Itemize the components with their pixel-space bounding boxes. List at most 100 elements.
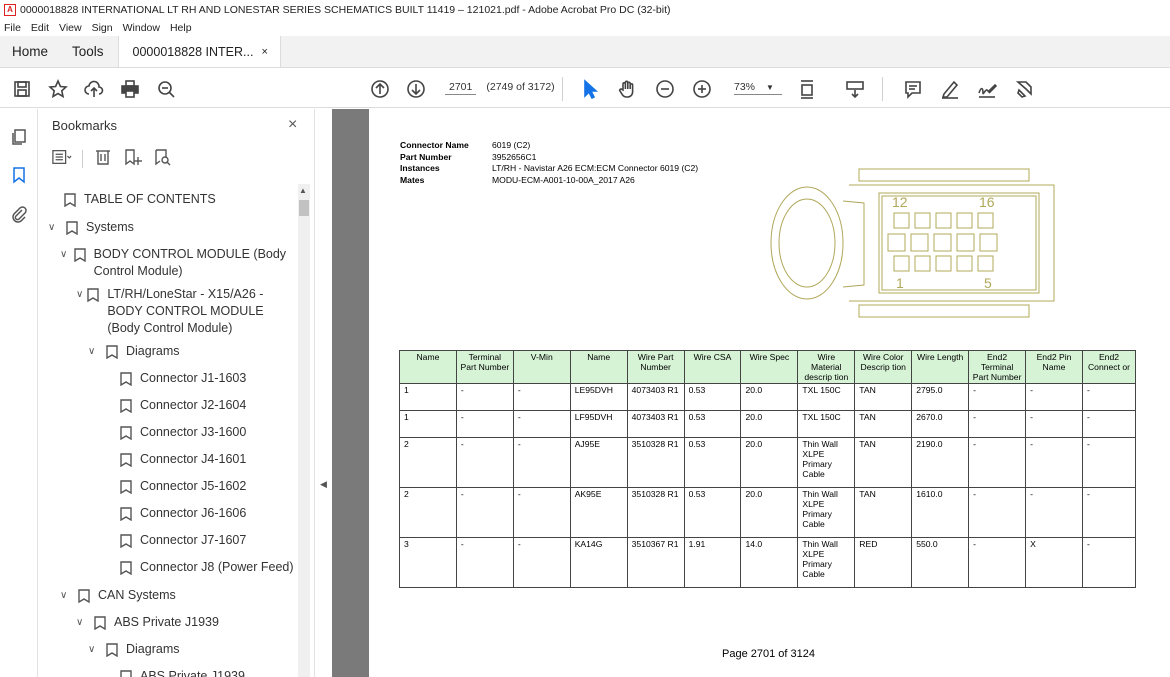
bookmark-item[interactable]: Connector J3-1600 <box>120 424 246 441</box>
chevron-down-icon[interactable]: ∨ <box>76 614 90 631</box>
bookmark-item[interactable]: Connector J1-1603 <box>120 370 246 387</box>
cavity <box>893 212 910 229</box>
zoom-out-icon[interactable] <box>655 78 675 100</box>
table-cell: TAN <box>854 410 913 438</box>
options-menu-icon[interactable] <box>52 148 72 171</box>
bookmark-icon <box>120 399 132 414</box>
highlight-pen-icon[interactable] <box>940 78 960 100</box>
bookmark-item[interactable]: Connector J6-1606 <box>120 505 246 522</box>
save-icon[interactable] <box>12 78 32 100</box>
chevron-down-icon: ▼ <box>765 83 774 92</box>
bookmark-icon <box>120 426 132 441</box>
column-header: Wire Part Number <box>626 350 685 384</box>
previous-page-icon[interactable] <box>370 78 390 100</box>
select-cursor-icon[interactable] <box>580 78 600 100</box>
bookmark-item[interactable]: ∨ Diagrams <box>88 343 180 360</box>
bookmark-item[interactable]: ∨ Diagrams <box>88 641 180 658</box>
close-panel-button[interactable]: × <box>288 116 297 134</box>
zoom-search-icon[interactable] <box>156 78 176 100</box>
new-bookmark-icon[interactable] <box>123 148 143 171</box>
bookmark-icon <box>106 643 118 658</box>
bookmark-item[interactable]: Connector J5-1602 <box>120 478 246 495</box>
page-number-input[interactable]: 2701 <box>445 81 477 95</box>
page-fit-icon[interactable] <box>798 78 818 100</box>
upload-cloud-icon[interactable] <box>84 78 104 100</box>
comment-icon[interactable] <box>903 78 923 100</box>
menu-window[interactable]: Window <box>123 22 160 34</box>
bookmark-item[interactable]: Connector J8 (Power Feed) <box>120 559 294 576</box>
delete-bookmark-icon[interactable] <box>93 148 113 171</box>
connector-info-row: Part Number 3952656C1 <box>400 152 698 164</box>
next-page-icon[interactable] <box>406 78 426 100</box>
info-value: 3952656C1 <box>492 151 537 162</box>
table-row: 1 - - LE95DVH 4073403 R1 0.53 20.0 TXL 1… <box>399 383 1137 411</box>
table-header-row: Name Terminal Part Number V-Min Name Wir… <box>399 350 1137 384</box>
find-bookmark-icon[interactable] <box>153 148 173 171</box>
tab-document[interactable]: 0000018828 INTER... × <box>117 36 281 67</box>
zoom-level-select[interactable]: 73% ▼ <box>734 81 782 95</box>
bookmark-item[interactable]: Connector J2-1604 <box>120 397 246 414</box>
attachments-icon[interactable] <box>10 205 28 223</box>
table-row: 2 - - AJ95E 3510328 R1 0.53 20.0 Thin Wa… <box>399 437 1137 488</box>
sign-icon[interactable] <box>977 78 997 100</box>
menu-help[interactable]: Help <box>170 22 192 34</box>
tab-close-button[interactable]: × <box>261 46 267 58</box>
scroll-mode-icon[interactable] <box>845 78 865 100</box>
print-icon[interactable] <box>120 78 140 100</box>
cavity <box>956 233 975 252</box>
tab-home[interactable]: Home <box>0 36 60 67</box>
bookmark-item[interactable]: ABS Private J1939 <box>120 668 245 677</box>
chevron-down-icon[interactable]: ∨ <box>88 641 102 658</box>
chevron-down-icon[interactable]: ∨ <box>48 219 62 236</box>
chevron-down-icon[interactable]: ∨ <box>60 587 74 604</box>
menu-file[interactable]: File <box>4 22 21 34</box>
bookmark-item[interactable]: ∨ CAN Systems <box>60 587 176 604</box>
bookmarks-icon[interactable] <box>10 166 28 184</box>
menu-view[interactable]: View <box>59 22 82 34</box>
bookmark-item[interactable]: Connector J4-1601 <box>120 451 246 468</box>
page-thumbnails-icon[interactable] <box>10 128 28 146</box>
menu-edit[interactable]: Edit <box>31 22 49 34</box>
bookmark-label: Diagrams <box>126 344 180 358</box>
bookmark-item[interactable]: ∨ ABS Private J1939 <box>76 614 219 631</box>
table-cell: 20.0 <box>740 437 799 488</box>
bookmark-label: Connector J8 (Power Feed) <box>140 560 294 574</box>
info-value: LT/RH - Navistar A26 ECM:ECM Connector 6… <box>492 163 699 173</box>
info-value: MODU-ECM-A001-10-00A_2017 A26 <box>492 174 635 185</box>
bookmark-star-icon[interactable] <box>48 78 68 100</box>
table-row: 2 - - AK95E 3510328 R1 0.53 20.0 Thin Wa… <box>399 487 1137 538</box>
scrollbar-thumb[interactable] <box>299 200 309 216</box>
bookmark-item[interactable]: Connector J7-1607 <box>120 532 246 549</box>
chevron-down-icon[interactable]: ∨ <box>88 343 102 360</box>
bookmark-item[interactable]: ∨ LT/RH/LoneStar - X15/A26 - BODY CONTRO… <box>76 286 298 337</box>
table-cell: - <box>968 537 1027 588</box>
chevron-down-icon[interactable]: ∨ <box>76 286 83 303</box>
bookmark-item[interactable]: TABLE OF CONTENTS <box>64 191 216 208</box>
cavity-label-12: 12 <box>892 194 908 210</box>
table-cell: - <box>1025 410 1083 438</box>
table-cell: - <box>1081 537 1137 588</box>
chevron-down-icon[interactable]: ∨ <box>60 246 70 263</box>
bookmark-icon <box>66 221 78 236</box>
table-cell: - <box>1081 487 1137 538</box>
bookmark-label: ABS Private J1939 <box>114 615 219 629</box>
bookmark-item[interactable]: ∨ BODY CONTROL MODULE (Body Control Modu… <box>60 246 290 280</box>
table-cell: LF95DVH <box>569 410 628 438</box>
menu-sign[interactable]: Sign <box>92 22 113 34</box>
panel-splitter[interactable]: ◀ <box>314 109 332 677</box>
bookmark-item[interactable]: ∨ Systems <box>48 219 134 236</box>
tab-tools[interactable]: Tools <box>60 36 116 67</box>
bookmarks-toolbar <box>52 147 173 171</box>
zoom-in-icon[interactable] <box>692 78 712 100</box>
bookmarks-scrollbar[interactable]: ▲ <box>298 184 310 677</box>
toolbar-divider <box>82 150 83 168</box>
table-cell: Thin Wall XLPE Primary Cable <box>797 537 856 588</box>
document-viewport[interactable]: Connector Name 6019 (C2) Part Number 395… <box>332 109 1170 677</box>
cavity <box>956 212 973 229</box>
fill-sign-icon[interactable] <box>1014 78 1034 100</box>
hand-tool-icon[interactable] <box>617 78 637 100</box>
column-header: Wire Spec <box>740 350 799 384</box>
scroll-up-icon[interactable]: ▲ <box>299 186 307 195</box>
info-key: Connector Name <box>400 140 469 150</box>
collapse-panel-icon[interactable]: ◀ <box>320 479 327 490</box>
